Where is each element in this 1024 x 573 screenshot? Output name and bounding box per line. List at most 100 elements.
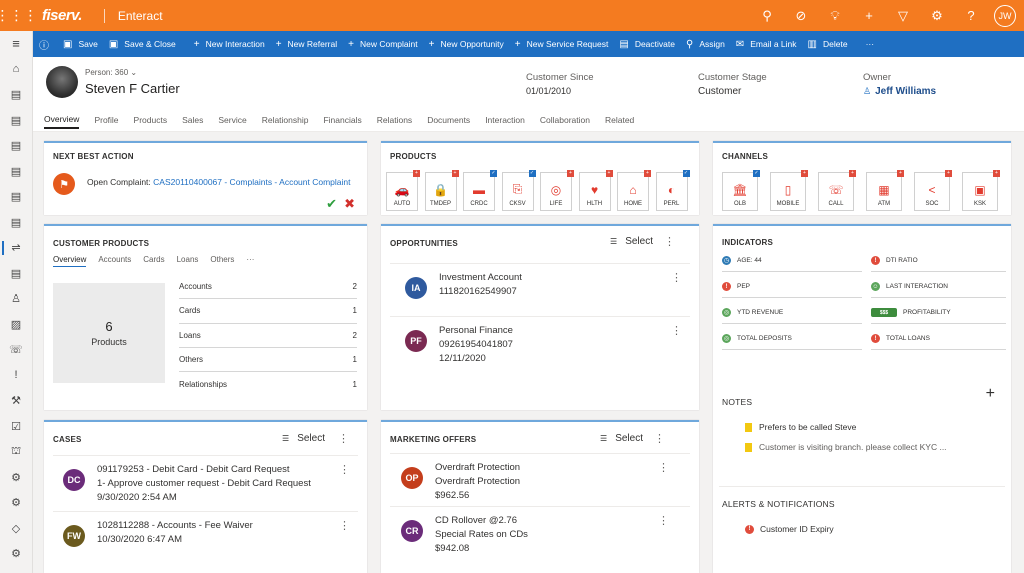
command-new-complaint-button[interactable]: + New Complaint (348, 39, 417, 50)
gear-icon[interactable]: ⚙ (0, 465, 32, 491)
clipboard-icon[interactable]: ▤ (0, 159, 32, 185)
tab-products[interactable]: Products (134, 112, 168, 128)
product-row[interactable]: Cards 1 (179, 299, 357, 324)
owner-value[interactable]: ♙ Jeff Williams (863, 86, 936, 97)
list-item[interactable]: FW 1028112288 - Accounts - Fee Waiver 10/3… (44, 519, 367, 565)
tab-interaction[interactable]: Interaction (485, 112, 525, 128)
tab-relationship[interactable]: Relationship (262, 112, 309, 128)
subtab-loans[interactable]: Loans (177, 255, 199, 267)
command-new-interaction-button[interactable]: + New Interaction (194, 39, 265, 50)
list-item[interactable]: CR CD Rollover @2.76 Special Rates on CDs $… (381, 514, 699, 557)
home-icon[interactable]: ⌂ (0, 57, 32, 83)
nba-link[interactable]: CAS20110400067 - Complaints - Account Co… (153, 177, 350, 187)
more-icon[interactable]: ⋮ (658, 461, 669, 474)
indicator[interactable]: ! PEP (722, 282, 862, 298)
more-icon[interactable]: ⋮ (654, 432, 665, 445)
indicator[interactable]: ! DTI RATIO (871, 256, 1006, 272)
command-email-a-link-button[interactable]: ✉ Email a Link (736, 39, 797, 50)
tab-financials[interactable]: Financials (323, 112, 361, 128)
product-row[interactable]: Others 1 (179, 348, 357, 373)
indicator[interactable]: ☺ LAST INTERACTION (871, 282, 1006, 298)
channels-tile-ksk[interactable]: ▣ KSK + (962, 170, 1000, 211)
add-icon[interactable]: + (852, 8, 886, 23)
more-commands-button[interactable]: ··· (866, 39, 875, 49)
products-tile-home[interactable]: ⌂ HOME + (617, 170, 651, 211)
indicator[interactable]: ! TOTAL LOANS (871, 334, 1006, 350)
channels-tile-mobile[interactable]: ▯ MOBILE + (770, 170, 808, 211)
box-icon[interactable]: ◇ (0, 516, 32, 542)
gear-icon[interactable]: ⚙ (920, 8, 954, 24)
note-item[interactable]: Customer is visiting branch. please coll… (745, 442, 947, 453)
products-tile-tmdep[interactable]: 🔒 TMDEP + (424, 170, 459, 211)
user-avatar[interactable]: JW (994, 4, 1016, 27)
bank-icon[interactable]: ⛫ (0, 439, 32, 465)
command-assign-button[interactable]: ⚲ Assign (686, 39, 725, 50)
customer-360-icon[interactable]: ⇌ (0, 235, 32, 261)
subtab-cards[interactable]: Cards (143, 255, 164, 267)
tab-relations[interactable]: Relations (377, 112, 412, 128)
list-item[interactable]: PF Personal Finance 09261954041807 12/11/20… (381, 324, 699, 367)
select-button[interactable]: ☰ Select (600, 433, 643, 444)
tab-documents[interactable]: Documents (427, 112, 470, 128)
subtab-overview[interactable]: Overview (53, 255, 87, 267)
more-icon[interactable]: ⋮ (658, 514, 669, 527)
products-tile-perl[interactable]: ◐ PERL ✓ (655, 170, 690, 211)
note-item[interactable]: Prefers to be called Steve (745, 422, 856, 433)
tab-related[interactable]: Related (605, 112, 634, 128)
filter-icon[interactable]: ▽ (886, 8, 920, 24)
menu-icon[interactable]: ≡ (0, 31, 32, 57)
accept-icon[interactable]: ✔ (326, 196, 337, 212)
app-launcher-icon[interactable]: ⋮⋮⋮ (0, 0, 38, 31)
checklist-icon[interactable]: ☑ (0, 414, 32, 440)
more-icon[interactable]: ⋮ (671, 324, 682, 337)
command-new-service-request-button[interactable]: + New Service Request (515, 39, 609, 50)
gear-icon[interactable]: ⚙ (0, 541, 32, 567)
assist-icon[interactable]: ⊘ (784, 8, 818, 24)
lightbulb-icon[interactable]: 💡︎ (818, 8, 852, 24)
alert-document-icon[interactable]: ! (0, 363, 32, 389)
tab-sales[interactable]: Sales (182, 112, 203, 128)
list-item[interactable]: DC 091179253 - Debit Card - Debit Card Re… (44, 463, 367, 509)
list-item[interactable]: IA Investment Account 111820162549907 ⋮ (381, 271, 699, 314)
phone-icon[interactable]: ☏ (0, 337, 32, 363)
more-icon[interactable]: ⋮ (338, 432, 349, 445)
list-item[interactable]: OP Overdraft Protection Overdraft Protecti… (381, 461, 699, 504)
more-icon[interactable]: ⋮ (664, 235, 675, 248)
tab-collaboration[interactable]: Collaboration (540, 112, 590, 128)
subtab-others[interactable]: Others (210, 255, 234, 267)
command-save-button[interactable]: ▣ Save (63, 39, 98, 50)
select-button[interactable]: ☰ Select (610, 236, 653, 247)
reject-icon[interactable]: ✖ (344, 196, 355, 212)
tab-profile[interactable]: Profile (94, 112, 118, 128)
command-deactivate-button[interactable]: ▤ Deactivate (619, 39, 675, 50)
command-delete-button[interactable]: ▥ Delete (808, 39, 848, 50)
subtab-accounts[interactable]: Accounts (98, 255, 131, 267)
product-row[interactable]: Accounts 2 (179, 275, 357, 300)
more-icon[interactable]: ⋮ (339, 519, 350, 532)
search-icon[interactable]: ⚲ (750, 8, 784, 24)
clipboard-icon[interactable]: ▤ (0, 133, 32, 159)
more-icon[interactable]: ⋮ (339, 463, 350, 476)
command-new-opportunity-button[interactable]: + New Opportunity (429, 39, 504, 50)
indicator[interactable]: $$$ PROFITABILITY (871, 308, 1006, 324)
command-new-referral-button[interactable]: + New Referral (276, 39, 337, 50)
info-icon[interactable]: ⓘ (33, 37, 55, 52)
product-row[interactable]: Relationships 1 (179, 372, 357, 396)
gear-icon[interactable]: ⚙ (0, 490, 32, 516)
clipboard-icon[interactable]: ▤ (0, 82, 32, 108)
product-row[interactable]: Loans 2 (179, 324, 357, 348)
products-tile-life[interactable]: ◎ LIFE + (540, 170, 574, 211)
clipboard-icon[interactable]: ▤ (0, 261, 32, 287)
add-note-icon[interactable]: + (986, 385, 995, 403)
indicator[interactable]: ◷ AGE: 44 (722, 256, 862, 272)
channels-tile-call[interactable]: ☏ CALL + (818, 170, 856, 211)
app-name[interactable]: Enteract (118, 9, 163, 23)
help-icon[interactable]: ? (954, 8, 988, 23)
indicator[interactable]: ◎ TOTAL DEPOSITS (722, 334, 862, 350)
select-button[interactable]: ☰ Select (282, 433, 325, 444)
person-icon[interactable]: ♙ (0, 286, 32, 312)
products-tile-crdc[interactable]: ▬ CRDC ✓ (463, 170, 497, 211)
indicator[interactable]: ◎ YTD REVENUE (722, 308, 862, 324)
tab-service[interactable]: Service (218, 112, 246, 128)
products-tile-auto[interactable]: 🚗 AUTO + (386, 170, 420, 211)
